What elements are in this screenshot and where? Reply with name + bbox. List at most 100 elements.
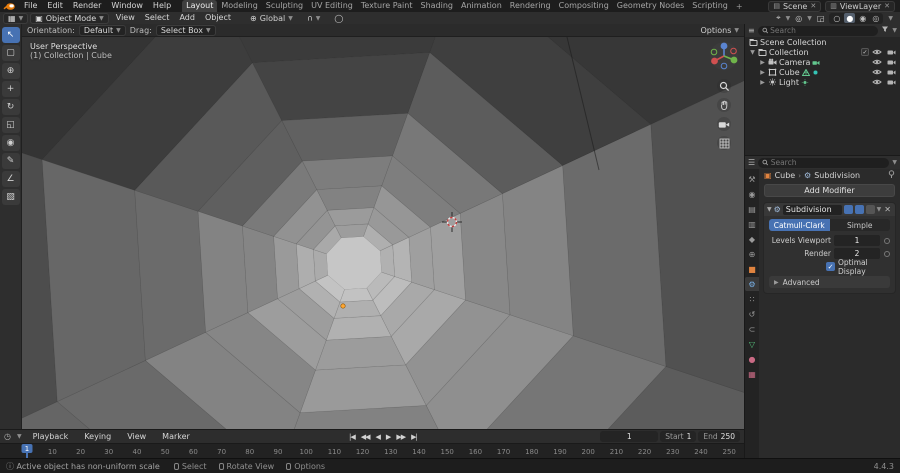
- viewport-menu-select[interactable]: Select: [140, 12, 175, 24]
- toggle-perspective-grid-icon[interactable]: [717, 136, 731, 150]
- advanced-subpanel-header[interactable]: ▶ Advanced: [769, 276, 890, 288]
- tool-tweak-select[interactable]: ↖: [1, 27, 20, 43]
- properties-search[interactable]: [758, 157, 890, 168]
- expand-icon[interactable]: ▶: [759, 69, 766, 76]
- hide-in-viewport-toggle[interactable]: [871, 78, 883, 86]
- menu-window[interactable]: Window: [106, 0, 148, 12]
- filter-funnel-icon[interactable]: [881, 25, 889, 36]
- properties-search-input[interactable]: [770, 158, 886, 167]
- workspace-tab-scripting[interactable]: Scripting: [688, 0, 732, 12]
- outliner-row-light[interactable]: ▶ Light: [745, 77, 900, 87]
- disable-in-renders-toggle[interactable]: [885, 59, 897, 66]
- properties-tab-view-layer[interactable]: ▥: [745, 217, 759, 231]
- end-frame-field[interactable]: End 250: [698, 431, 740, 442]
- chevron-down-icon[interactable]: ▼: [892, 159, 897, 166]
- breadcrumb-object[interactable]: Cube: [775, 171, 796, 180]
- object-origin-point[interactable]: [340, 303, 346, 309]
- pin-id-icon[interactable]: [888, 170, 895, 181]
- outliner-row-cube[interactable]: ▶ Cube: [745, 67, 900, 77]
- catmull-clark-button[interactable]: Catmull-Clark: [769, 219, 830, 231]
- workspace-tab-layout[interactable]: Layout: [182, 0, 218, 12]
- workspace-tab-texture-paint[interactable]: Texture Paint: [357, 0, 417, 12]
- jump-end-button[interactable]: ▶|: [410, 433, 418, 441]
- outliner-editor-icon[interactable]: ≡: [748, 26, 755, 35]
- timeline-menu-marker[interactable]: Marker: [157, 431, 195, 443]
- show-overlays-toggle[interactable]: ◎: [795, 14, 802, 23]
- shading-material-button[interactable]: ◉: [857, 13, 868, 23]
- modifier-name-field[interactable]: Subdivision: [782, 204, 842, 215]
- properties-tab-object-data[interactable]: ▽: [745, 337, 759, 351]
- disable-in-renders-toggle[interactable]: [885, 79, 897, 86]
- properties-tab-texture[interactable]: ▦: [745, 367, 759, 381]
- prev-key-button[interactable]: ◀◀: [360, 433, 371, 441]
- play-button[interactable]: ▶: [385, 433, 391, 441]
- viewport-canvas[interactable]: User Perspective (1) Collection | Cube: [22, 37, 744, 429]
- disable-in-renders-toggle[interactable]: [885, 69, 897, 76]
- editor-type-dropdown[interactable]: ▦ ▼: [3, 12, 29, 24]
- add-modifier-button[interactable]: Add Modifier: [764, 184, 895, 197]
- outliner-row-collection[interactable]: ▼ Collection ✓: [745, 47, 900, 57]
- snap-controls[interactable]: ∪ ▼: [307, 14, 320, 23]
- properties-tab-particles[interactable]: ∷: [745, 292, 759, 306]
- proportional-editing-toggle[interactable]: ◯: [334, 14, 343, 23]
- mode-dropdown[interactable]: ▣ Object Mode ▼: [30, 12, 109, 24]
- xray-toggle[interactable]: ◲: [817, 14, 825, 23]
- shading-rendered-button[interactable]: ◎: [870, 13, 881, 23]
- menu-help[interactable]: Help: [148, 0, 176, 12]
- tool-move[interactable]: +: [1, 81, 20, 97]
- properties-tab-constraints[interactable]: ⊂: [745, 322, 759, 336]
- viewport-options-dropdown[interactable]: Options ▼: [701, 26, 740, 35]
- properties-tab-output[interactable]: ▤: [745, 202, 759, 216]
- tool-measure[interactable]: ∠: [1, 171, 20, 187]
- hide-in-viewport-toggle[interactable]: [871, 68, 883, 76]
- hide-in-viewport-toggle[interactable]: [871, 58, 883, 66]
- start-frame-field[interactable]: Start 1: [660, 431, 697, 442]
- expand-icon[interactable]: ▼: [749, 49, 756, 56]
- workspace-tab-geometry-nodes[interactable]: Geometry Nodes: [613, 0, 688, 12]
- play-reverse-button[interactable]: ◀: [375, 433, 381, 441]
- levels-viewport-field[interactable]: 1: [834, 235, 880, 246]
- current-frame-field[interactable]: 1: [600, 431, 659, 442]
- jump-start-button[interactable]: |◀: [348, 433, 356, 441]
- workspace-tab-animation[interactable]: Animation: [457, 0, 506, 12]
- properties-tab-object[interactable]: ■: [745, 262, 759, 276]
- tool-scale[interactable]: ◱: [1, 117, 20, 133]
- timeline-menu-keying[interactable]: Keying: [79, 431, 116, 443]
- expand-icon[interactable]: ▶: [759, 79, 766, 86]
- camera-view-icon[interactable]: [717, 117, 731, 131]
- workspace-tab-uv-editing[interactable]: UV Editing: [307, 0, 357, 12]
- workspace-tab-compositing[interactable]: Compositing: [555, 0, 613, 12]
- outliner-search[interactable]: [757, 25, 879, 36]
- move-view-hand-icon[interactable]: [717, 98, 731, 112]
- zoom-icon[interactable]: [717, 79, 731, 93]
- workspace-tab-rendering[interactable]: Rendering: [506, 0, 555, 12]
- breadcrumb-modifier[interactable]: Subdivision: [814, 171, 860, 180]
- viewport-menu-add[interactable]: Add: [174, 12, 200, 24]
- properties-tab-scene[interactable]: ◆: [745, 232, 759, 246]
- blender-logo-icon[interactable]: [0, 2, 19, 11]
- workspace-tab-sculpting[interactable]: Sculpting: [262, 0, 307, 12]
- shading-wireframe-button[interactable]: ○: [831, 13, 842, 23]
- timeline-menu-playback[interactable]: Playback: [28, 431, 74, 443]
- hide-in-viewport-toggle[interactable]: [871, 48, 883, 56]
- animate-decorator[interactable]: [883, 251, 890, 257]
- chevron-down-icon[interactable]: ▼: [892, 27, 897, 34]
- workspace-tab-modeling[interactable]: Modeling: [217, 0, 261, 12]
- timeline-menu-view[interactable]: View: [122, 431, 151, 443]
- navigation-axis-gizmo[interactable]: [709, 41, 739, 74]
- outliner-search-input[interactable]: [770, 26, 875, 35]
- tool-add-cube[interactable]: ▧: [1, 189, 20, 205]
- tool-transform[interactable]: ◉: [1, 135, 20, 151]
- modifier-panel-header[interactable]: ▼ ⚙ Subdivision ▼ ✕: [764, 203, 895, 216]
- timeline-editor-icon[interactable]: ◷: [4, 432, 11, 441]
- outliner-row-camera[interactable]: ▶ Camera: [745, 57, 900, 67]
- drag-setting-dropdown[interactable]: Select Box ▼: [155, 24, 216, 36]
- orientation-setting-dropdown[interactable]: Default ▼: [78, 24, 126, 36]
- properties-tab-render[interactable]: ◉: [745, 187, 759, 201]
- properties-tab-material[interactable]: ●: [745, 352, 759, 366]
- add-workspace-button[interactable]: +: [732, 2, 747, 11]
- optimal-display-checkbox[interactable]: ✓: [826, 262, 835, 271]
- remove-modifier-icon[interactable]: ✕: [883, 205, 892, 214]
- playhead-frame-label[interactable]: 1: [21, 444, 33, 453]
- viewport-menu-object[interactable]: Object: [200, 12, 236, 24]
